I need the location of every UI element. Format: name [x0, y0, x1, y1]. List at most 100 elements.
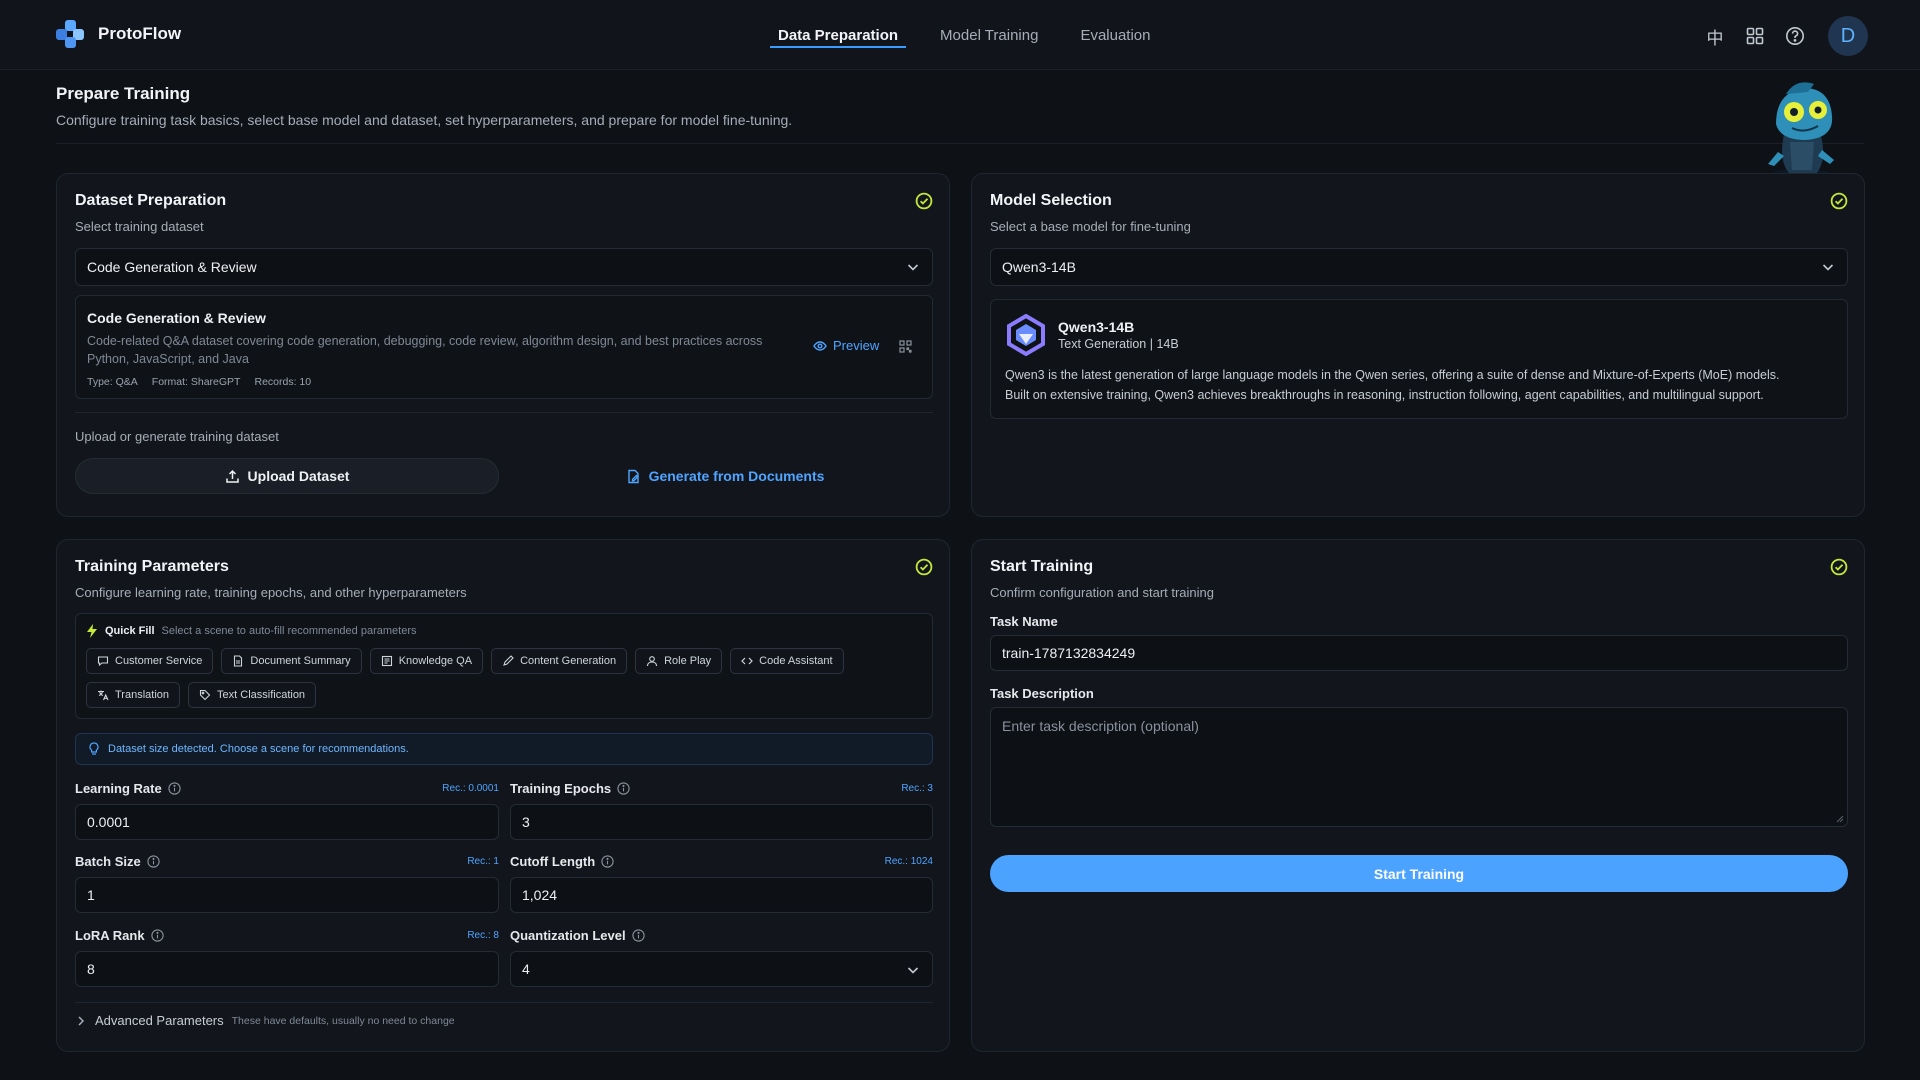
cutoff-length-label-text: Cutoff Length	[510, 854, 596, 869]
protoflow-logo-icon	[56, 20, 84, 48]
translate-icon	[98, 690, 109, 701]
task-description-label: Task Description	[990, 686, 1094, 701]
upload-dataset-button[interactable]: Upload Dataset	[75, 458, 499, 494]
scene-chip-label: Document Summary	[250, 655, 351, 667]
quick-fill-panel: Quick Fill Select a scene to auto-fill r…	[75, 613, 933, 719]
apps-grid-icon[interactable]	[1744, 25, 1766, 47]
dataset-records: Records: 10	[254, 376, 312, 388]
app-name: ProtoFlow	[98, 24, 182, 43]
batch-size-input[interactable]: 1	[75, 877, 499, 913]
resize-handle-icon[interactable]	[1836, 815, 1844, 823]
training-epochs-label-text: Training Epochs	[510, 781, 612, 796]
scene-chip-label: Content Generation	[520, 655, 617, 667]
document-icon	[234, 655, 243, 667]
model-card-subtitle: Select a base model for fine-tuning	[990, 219, 1191, 234]
batch-size-label: Batch Size	[75, 854, 160, 869]
scene-chip-content-generation[interactable]: Content Generation	[491, 648, 628, 674]
advanced-parameters-label: Advanced Parameters	[95, 1013, 224, 1028]
quantization-level-label-text: Quantization Level	[510, 928, 626, 943]
qr-code-icon[interactable]	[899, 340, 912, 353]
learning-rate-input[interactable]: 0.0001	[75, 804, 499, 840]
chevron-right-icon	[78, 1015, 85, 1026]
scene-chip-text-classification[interactable]: Text Classification	[188, 682, 317, 708]
info-icon[interactable]	[168, 782, 181, 795]
dataset-card-title: Dataset Preparation	[75, 192, 227, 209]
cutoff-length-label: Cutoff Length	[510, 854, 614, 869]
scene-chip-customer-service[interactable]: Customer Service	[86, 648, 214, 674]
dataset-info-title: Code Generation & Review	[87, 310, 266, 326]
advanced-divider	[75, 1002, 933, 1003]
chevron-down-icon	[907, 967, 919, 974]
quantization-level-select[interactable]: 4	[510, 951, 933, 987]
task-description-textarea[interactable]: Enter task description (optional)	[990, 707, 1848, 827]
scene-chip-label: Knowledge QA	[398, 655, 473, 667]
upload-section-label: Upload or generate training dataset	[75, 429, 279, 444]
lora-rank-input[interactable]: 8	[75, 951, 499, 987]
scene-chip-label: Text Classification	[217, 689, 306, 701]
check-circle-icon	[1830, 192, 1848, 210]
info-icon[interactable]	[147, 855, 160, 868]
dataset-section-divider	[75, 412, 933, 413]
dataset-notice: Dataset size detected. Choose a scene fo…	[75, 733, 933, 765]
tab-model-training[interactable]: Model Training	[932, 0, 1046, 70]
qwen-logo-icon	[1007, 314, 1045, 356]
cutoff-length-rec: Rec.: 1024	[884, 856, 933, 867]
help-icon[interactable]	[1784, 25, 1806, 47]
pen-icon	[503, 655, 514, 666]
info-icon[interactable]	[617, 782, 630, 795]
scene-chip-role-play[interactable]: Role Play	[635, 648, 723, 674]
dataset-select[interactable]: Code Generation & Review	[75, 248, 933, 286]
scene-chip-document-summary[interactable]: Document Summary	[221, 648, 362, 674]
model-info-description-2: Built on extensive training, Qwen3 achie…	[1005, 388, 1764, 402]
generate-from-documents-button[interactable]: Generate from Documents	[517, 458, 933, 494]
tab-evaluation[interactable]: Evaluation	[1072, 0, 1158, 70]
task-name-input[interactable]: train-1787132834249	[990, 635, 1848, 671]
quick-fill-label: Quick Fill	[105, 625, 155, 637]
header-divider	[56, 143, 1864, 144]
model-info-meta: Text Generation | 14B	[1058, 337, 1179, 351]
eye-icon	[813, 340, 827, 351]
training-epochs-label: Training Epochs	[510, 781, 630, 796]
dataset-card-subtitle: Select training dataset	[75, 219, 204, 234]
tab-data-preparation[interactable]: Data Preparation	[770, 0, 907, 70]
learning-rate-label: Learning Rate	[75, 781, 181, 796]
training-epochs-input[interactable]: 3	[510, 804, 933, 840]
dataset-select-value: Code Generation & Review	[87, 259, 257, 275]
document-edit-icon	[627, 469, 639, 483]
dataset-info-description: Code-related Q&A dataset covering code g…	[87, 334, 763, 366]
training-parameters-card: Training Parameters Configure learning r…	[56, 539, 950, 1052]
scene-chip-label: Translation	[115, 689, 170, 701]
model-info-description-1: Qwen3 is the latest generation of large …	[1005, 368, 1780, 382]
lora-rank-label-text: LoRA Rank	[75, 928, 145, 943]
page-title: Prepare Training	[56, 84, 191, 103]
model-info-card: Qwen3-14B Text Generation | 14B Qwen3 is…	[990, 299, 1848, 419]
scene-chip-translation[interactable]: Translation	[86, 682, 181, 708]
info-icon[interactable]	[631, 929, 645, 942]
language-toggle-icon[interactable]: 中	[1704, 25, 1726, 48]
scene-chip-knowledge-qa[interactable]: Knowledge QA	[369, 648, 484, 674]
scene-chip-label: Role Play	[664, 655, 712, 667]
model-select[interactable]: Qwen3-14B	[990, 248, 1848, 286]
brand[interactable]: ProtoFlow	[56, 20, 181, 48]
batch-size-rec: Rec.: 1	[467, 856, 499, 867]
params-card-subtitle: Configure learning rate, training epochs…	[75, 585, 467, 600]
start-training-button[interactable]: Start Training	[990, 855, 1848, 892]
scene-chip-code-assistant[interactable]: Code Assistant	[730, 648, 844, 674]
lightbulb-icon	[89, 742, 99, 755]
lora-rank-label: LoRA Rank	[75, 928, 164, 943]
top-bar: ProtoFlow Data Preparation Model Trainin…	[0, 0, 1920, 70]
top-icons: 中 D	[1704, 16, 1868, 56]
quantization-level-value: 4	[522, 961, 530, 977]
info-icon[interactable]	[150, 929, 164, 942]
generate-from-documents-label: Generate from Documents	[648, 468, 825, 484]
cutoff-length-input[interactable]: 1,024	[510, 877, 933, 913]
preview-button[interactable]: Preview	[813, 338, 879, 353]
chevron-down-icon	[1822, 264, 1834, 271]
dataset-preparation-card: Dataset Preparation Select training data…	[56, 173, 950, 517]
model-selection-card: Model Selection Select a base model for …	[971, 173, 1865, 517]
info-icon[interactable]	[601, 855, 614, 868]
dataset-format: Format: ShareGPT	[151, 376, 241, 388]
learning-rate-label-text: Learning Rate	[75, 781, 162, 796]
user-avatar[interactable]: D	[1828, 16, 1868, 56]
advanced-parameters-toggle[interactable]: Advanced Parameters These have defaults,…	[75, 1013, 455, 1028]
